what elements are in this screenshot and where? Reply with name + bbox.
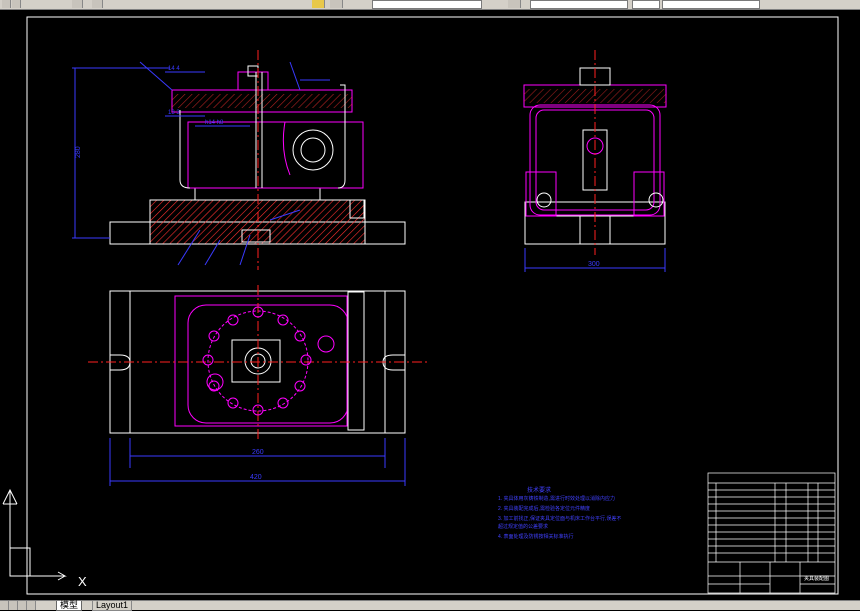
drawing-canvas[interactable]: 280 14 4 13 3 h14 h8 300 260 420 技术要求 1.… (0, 10, 860, 600)
toolbar-button-2[interactable] (12, 0, 21, 8)
dim-small-3: h14 h8 (205, 120, 224, 126)
title-block (707, 472, 836, 594)
toolbar (0, 0, 860, 10)
dim-width-outer: 420 (250, 474, 262, 481)
toolbar-button-1[interactable] (2, 0, 11, 8)
side-view: 300 (523, 50, 667, 272)
dim-small-2: 13 3 (168, 110, 180, 116)
notes-title: 技术要求 (527, 486, 551, 494)
layer-icon[interactable] (312, 0, 325, 8)
notes-line-5: 4. 表面处理及防锈按相关标准执行 (498, 533, 574, 540)
notes-line-2: 2. 夹具装配完成后,需检验各定位元件精度 (498, 505, 590, 512)
layer-dropdown[interactable] (372, 0, 482, 9)
drawing-svg: 280 14 4 13 3 h14 h8 300 260 420 技术要求 1.… (2, 16, 839, 595)
toolbar-button-3[interactable] (72, 0, 83, 8)
dim-small-1: 14 4 (168, 66, 180, 72)
top-view: 260 420 (88, 285, 430, 486)
notes-line-3: 3. 加工前找正,保证夹具定位面与机床工作台平行,误差不 (498, 515, 621, 522)
ucs-x-label: X (78, 574, 87, 589)
tab-layout1[interactable]: Layout1 (92, 601, 133, 611)
layer-state-icon[interactable] (330, 0, 343, 8)
notes-line-1: 1. 夹具体用灰铸铁制造,需进行时效处理以消除内应力 (498, 495, 615, 502)
color-icon[interactable] (508, 0, 521, 8)
title-drawing-name: 夹具装配图 (804, 575, 829, 582)
dim-width-side: 300 (588, 261, 600, 268)
lineweight-dropdown[interactable] (662, 0, 760, 9)
color-dropdown[interactable] (530, 0, 628, 9)
toolbar-button-4[interactable] (92, 0, 103, 8)
tab-model[interactable]: 模型 (56, 601, 83, 611)
dim-width-inner: 260 (252, 449, 264, 456)
dim-height-left: 280 (75, 146, 82, 158)
ucs-icon: X (2, 488, 87, 589)
technical-notes: 技术要求 1. 夹具体用灰铸铁制造,需进行时效处理以消除内应力 2. 夹具装配完… (498, 486, 621, 540)
linetype-dropdown[interactable] (632, 0, 660, 9)
notes-line-4: 超过规定值的公差要求 (498, 523, 548, 530)
front-view: 280 14 4 13 3 h14 h8 (72, 50, 406, 270)
